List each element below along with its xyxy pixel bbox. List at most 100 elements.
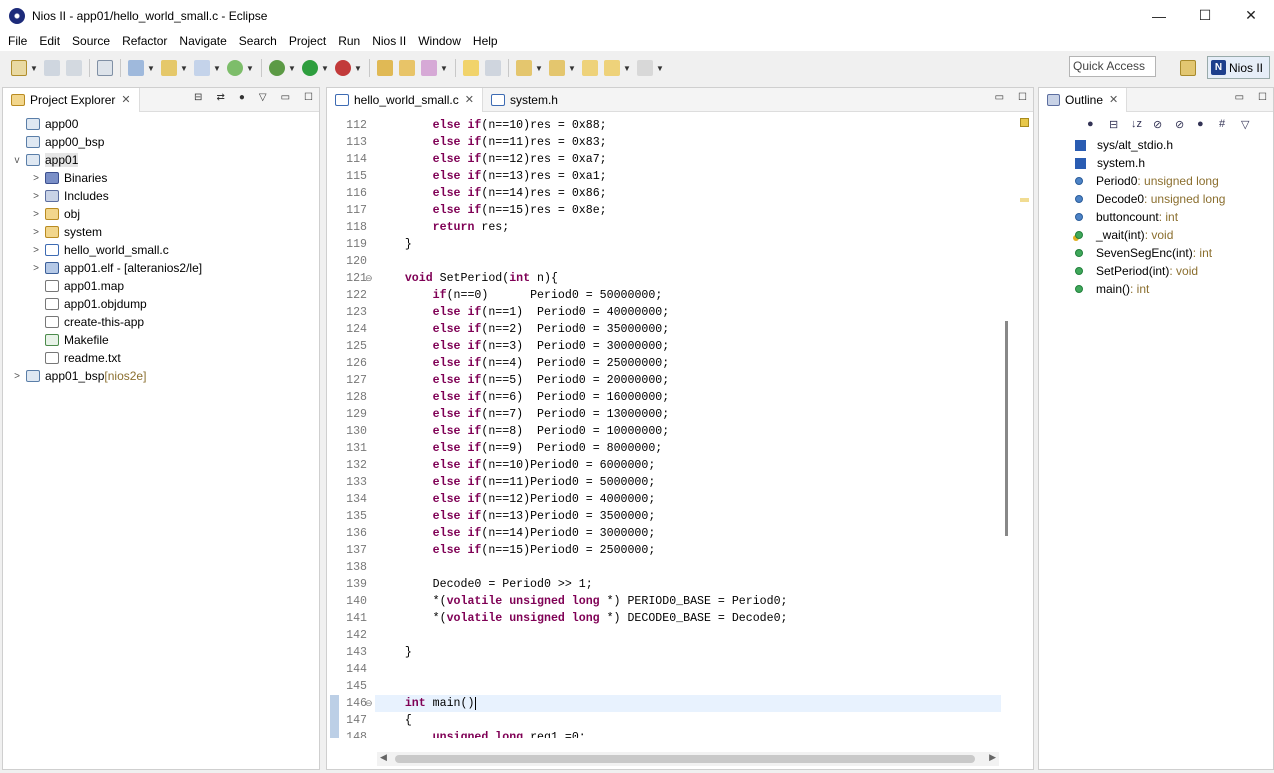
scroll-left-icon[interactable]: ◀ (380, 752, 387, 763)
code-line[interactable]: *(volatile unsigned long *) DECODE0_BASE… (377, 610, 788, 627)
code-line[interactable]: else if(n==4) Period0 = 25000000; (377, 355, 670, 372)
code-line[interactable]: else if(n==15)res = 0x8e; (377, 202, 607, 219)
prev-annotation-icon[interactable] (549, 60, 565, 76)
hide-static-icon[interactable]: ⊘ (1175, 118, 1191, 132)
maximize-icon[interactable]: ☐ (304, 92, 313, 103)
menu-window[interactable]: Window (412, 34, 467, 48)
menu-run[interactable]: Run (332, 34, 366, 48)
menu-project[interactable]: Project (283, 34, 332, 48)
close-icon[interactable]: ✕ (1109, 93, 1118, 106)
outline-item[interactable]: SevenSegEnc(int) : int (1071, 244, 1225, 262)
new-icon[interactable] (11, 60, 27, 76)
code-line[interactable]: else if(n==5) Period0 = 20000000; (377, 372, 670, 389)
code-line[interactable]: else if(n==9) Period0 = 8000000; (377, 440, 663, 457)
menu-edit[interactable]: Edit (33, 34, 66, 48)
tree-item[interactable]: app01.objdump (11, 295, 202, 313)
tree-item[interactable]: > Includes (11, 187, 202, 205)
search-tool-icon[interactable] (421, 60, 437, 76)
code-line[interactable]: else if(n==8) Period0 = 10000000; (377, 423, 670, 440)
tab-system-h[interactable]: system.h (483, 88, 566, 112)
horizontal-scrollbar[interactable]: ◀ ▶ (377, 752, 999, 766)
tab-project-explorer[interactable]: Project Explorer ✕ (3, 87, 140, 112)
overview-ruler[interactable] (1017, 118, 1031, 738)
fold-toggle-icon[interactable]: ⊖ (365, 698, 373, 709)
vertical-scrollbar[interactable] (1001, 118, 1011, 738)
code-line[interactable]: else if(n==1) Period0 = 40000000; (377, 304, 670, 321)
open-perspective-icon[interactable] (1180, 60, 1196, 76)
code-line[interactable]: if(n==0) Period0 = 50000000; (377, 287, 663, 304)
outline-item[interactable]: buttoncount : int (1071, 208, 1225, 226)
chevron-right-icon[interactable]: > (30, 263, 42, 274)
tree-item[interactable]: app00_bsp (11, 133, 202, 151)
menu-search[interactable]: Search (233, 34, 283, 48)
tree-item[interactable]: app00 (11, 115, 202, 133)
group-icon[interactable]: ● (1087, 118, 1103, 132)
code-line[interactable]: *(volatile unsigned long *) PERIOD0_BASE… (377, 593, 788, 610)
code-line[interactable]: return res; (377, 219, 510, 236)
collapse-all-icon[interactable]: ⊟ (194, 92, 202, 103)
menu-help[interactable]: Help (467, 34, 504, 48)
quick-access-field[interactable]: Quick Access (1069, 56, 1156, 77)
fold-toggle-icon[interactable]: ⊖ (365, 273, 373, 284)
tree-item[interactable]: create-this-app (11, 313, 202, 331)
close-icon[interactable]: ✕ (121, 93, 130, 106)
new-project-icon[interactable] (128, 60, 144, 76)
minimize-icon[interactable]: ▭ (995, 92, 1004, 103)
code-line[interactable]: else if(n==12)res = 0xa7; (377, 151, 607, 168)
code-line[interactable]: else if(n==13)res = 0xa1; (377, 168, 607, 185)
menu-nios-ii[interactable]: Nios II (366, 34, 412, 48)
chevron-right-icon[interactable]: > (11, 371, 23, 382)
code-line[interactable]: else if(n==11)Period0 = 5000000; (377, 474, 656, 491)
tab-outline[interactable]: Outline ✕ (1039, 87, 1128, 112)
code-line[interactable]: unsigned long reg1 =0; (377, 729, 586, 738)
link-editor-icon[interactable]: ⇄ (216, 92, 224, 103)
menu-file[interactable]: File (2, 34, 33, 48)
code-line[interactable]: else if(n==15)Period0 = 2500000; (377, 542, 656, 559)
code-line[interactable]: else if(n==10)Period0 = 6000000; (377, 457, 656, 474)
code-line[interactable]: else if(n==13)Period0 = 3500000; (377, 508, 656, 525)
scroll-thumb[interactable] (395, 755, 975, 763)
occurrence-marker[interactable] (1020, 198, 1029, 202)
tree-item[interactable]: v app01 (11, 151, 202, 169)
next-annotation-icon[interactable] (516, 60, 532, 76)
tree-item[interactable]: > system (11, 223, 202, 241)
hide-macros-icon[interactable]: # (1219, 118, 1235, 132)
minimize-icon[interactable]: ▭ (281, 92, 290, 103)
chevron-right-icon[interactable]: > (30, 209, 42, 220)
save-all-icon[interactable] (66, 60, 82, 76)
code-line[interactable]: else if(n==11)res = 0x83; (377, 134, 607, 151)
code-line[interactable]: { (377, 712, 412, 729)
tree-item[interactable]: > obj (11, 205, 202, 223)
tree-item[interactable]: > hello_world_small.c (11, 241, 202, 259)
chevron-right-icon[interactable]: > (30, 227, 42, 238)
save-icon[interactable] (44, 60, 60, 76)
new-class-icon[interactable] (194, 60, 210, 76)
code-line[interactable]: void SetPeriod(int n){ (377, 270, 558, 287)
view-menu-icon[interactable]: ▽ (259, 92, 267, 103)
debug-icon[interactable] (269, 60, 285, 76)
open-folder-icon[interactable] (399, 60, 415, 76)
external-tools-icon[interactable] (335, 60, 351, 76)
run-icon[interactable] (302, 60, 318, 76)
code-line[interactable]: Decode0 = Period0 >> 1; (377, 576, 593, 593)
tree-item[interactable]: Makefile (11, 331, 202, 349)
outline-item[interactable]: SetPeriod(int) : void (1071, 262, 1225, 280)
tab-hello-world-small-c[interactable]: hello_world_small.c ✕ (327, 87, 483, 112)
code-line[interactable]: else if(n==12)Period0 = 4000000; (377, 491, 656, 508)
outline-item[interactable]: Decode0 : unsigned long (1071, 190, 1225, 208)
tree-item[interactable]: app01.map (11, 277, 202, 295)
minimize-button[interactable]: — (1136, 0, 1182, 31)
perspective-nios-ii-button[interactable]: N Nios II (1207, 56, 1270, 79)
maximize-button[interactable]: ☐ (1182, 0, 1228, 31)
code-line[interactable]: else if(n==14)Period0 = 3000000; (377, 525, 656, 542)
collapse-all-icon[interactable]: ⊟ (1109, 118, 1125, 132)
last-edit-icon[interactable] (582, 60, 598, 76)
code-line[interactable]: } (377, 236, 412, 253)
tree-item[interactable]: > Binaries (11, 169, 202, 187)
filter-icon[interactable]: ● (239, 92, 245, 103)
outline-item[interactable]: Period0 : unsigned long (1071, 172, 1225, 190)
hide-nonpublic-icon[interactable]: ● (1197, 118, 1213, 132)
tree-item[interactable]: > app01.elf - [alteranios2/le] (11, 259, 202, 277)
outline-item[interactable]: main() : int (1071, 280, 1225, 298)
toggle-comment-icon[interactable] (485, 60, 501, 76)
